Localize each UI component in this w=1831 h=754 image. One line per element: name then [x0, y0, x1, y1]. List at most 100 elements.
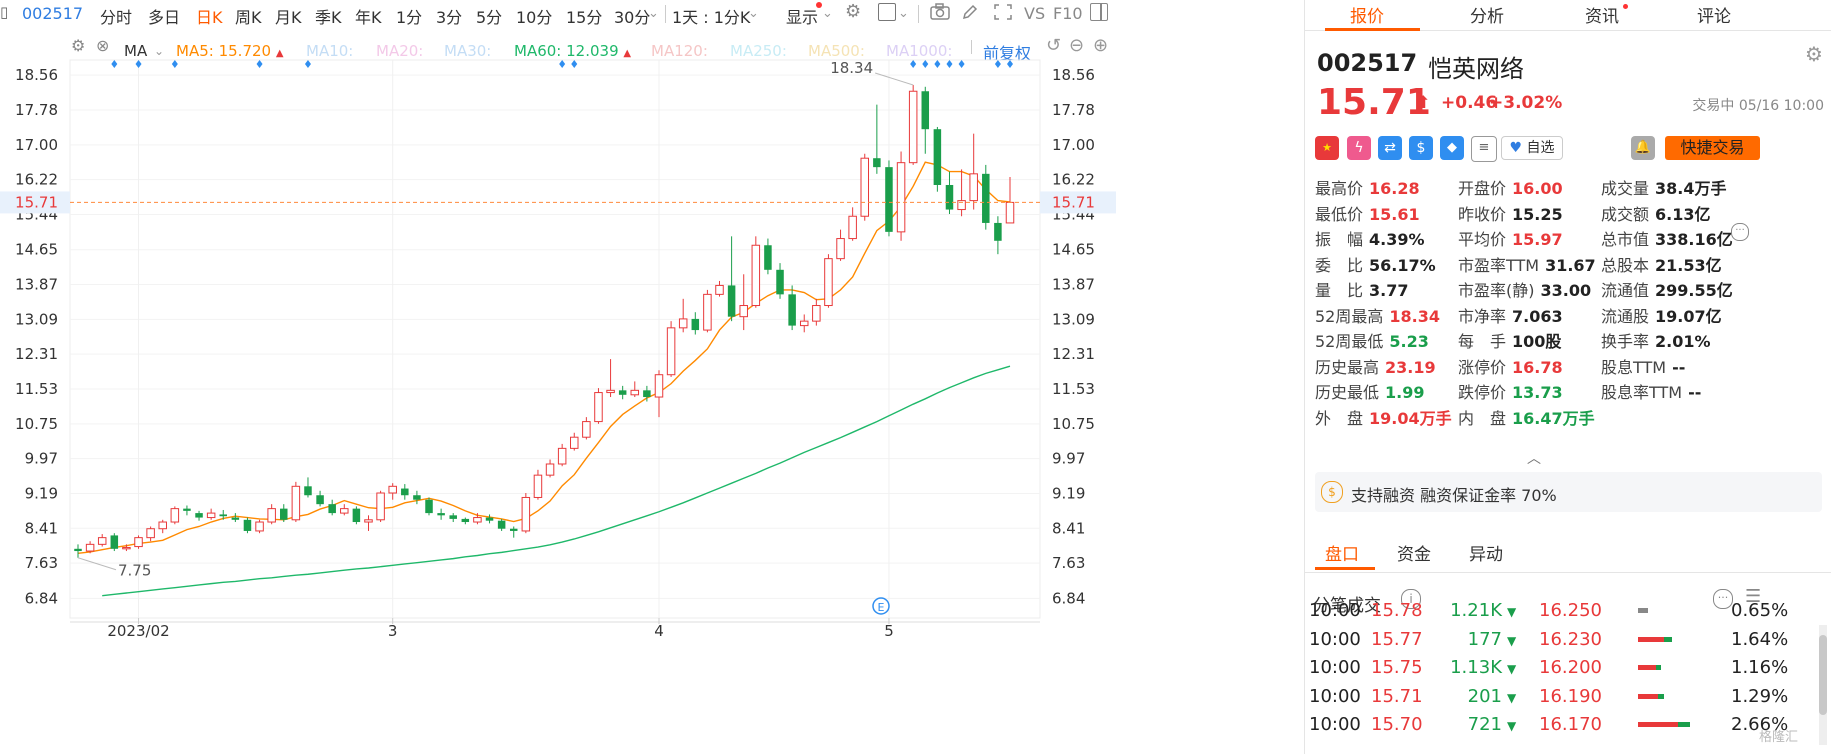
- tab-comments[interactable]: 评论: [1697, 2, 1731, 27]
- candle-body[interactable]: [485, 517, 494, 521]
- candle-body[interactable]: [776, 269, 784, 295]
- candle-body[interactable]: [812, 305, 821, 322]
- candle-body[interactable]: [630, 389, 640, 396]
- candle-body[interactable]: [255, 521, 264, 532]
- candle-body[interactable]: [873, 158, 881, 168]
- event-marker-icon[interactable]: [910, 60, 917, 68]
- event-marker-icon[interactable]: [559, 60, 566, 68]
- candle-body[interactable]: [824, 258, 833, 307]
- candle-body[interactable]: [921, 91, 930, 130]
- candle-body[interactable]: [461, 518, 470, 523]
- event-marker-icon[interactable]: [256, 60, 263, 68]
- gear-icon[interactable]: ⚙: [1805, 42, 1823, 66]
- candle-body[interactable]: [533, 474, 543, 498]
- candle-body[interactable]: [219, 514, 227, 517]
- watchlist-button[interactable]: ♥ 自选: [1501, 136, 1563, 160]
- lightning-icon[interactable]: ϟ: [1347, 136, 1371, 160]
- candle-body[interactable]: [243, 519, 252, 531]
- flag-icon[interactable]: ★: [1315, 136, 1339, 160]
- event-marker-icon[interactable]: [171, 60, 178, 68]
- candle-body[interactable]: [473, 517, 482, 523]
- candle-body[interactable]: [848, 215, 857, 240]
- shuffle-icon[interactable]: ⇄: [1378, 136, 1402, 160]
- candle-body[interactable]: [110, 535, 119, 549]
- candle-body[interactable]: [666, 327, 676, 376]
- candle-body[interactable]: [206, 512, 216, 519]
- candle-body[interactable]: [739, 305, 748, 318]
- candle-body[interactable]: [352, 508, 361, 523]
- candle-body[interactable]: [85, 543, 95, 552]
- candle-body[interactable]: [969, 173, 978, 202]
- tab-funds[interactable]: 资金: [1397, 540, 1431, 565]
- candle-body[interactable]: [304, 486, 312, 496]
- tab-news[interactable]: 资讯: [1585, 2, 1619, 27]
- candle-body[interactable]: [316, 495, 324, 505]
- dollar-icon[interactable]: $: [1409, 136, 1433, 160]
- candle-body[interactable]: [933, 129, 942, 185]
- candle-body[interactable]: [231, 517, 240, 520]
- candle-body[interactable]: [582, 421, 591, 438]
- tab-quote[interactable]: 报价: [1350, 2, 1384, 27]
- candle-body[interactable]: [183, 508, 191, 511]
- candle-body[interactable]: [74, 548, 82, 552]
- candle-body[interactable]: [364, 519, 373, 523]
- candle-body[interactable]: [799, 320, 809, 327]
- candle-body[interactable]: [340, 508, 349, 514]
- quick-trade-button[interactable]: 快捷交易: [1665, 136, 1760, 160]
- candle-body[interactable]: [97, 537, 107, 545]
- event-marker-icon[interactable]: [111, 60, 118, 68]
- candle-body[interactable]: [280, 508, 288, 520]
- event-marker-icon[interactable]: [922, 60, 929, 68]
- candle-body[interactable]: [134, 537, 143, 548]
- candle-body[interactable]: [413, 495, 421, 500]
- candle-body[interactable]: [425, 499, 433, 514]
- candle-body[interactable]: [654, 374, 664, 398]
- event-marker-icon[interactable]: [934, 60, 941, 68]
- event-marker-icon[interactable]: [304, 60, 311, 68]
- candle-body[interactable]: [703, 293, 712, 331]
- candle-body[interactable]: [328, 504, 336, 514]
- candle-body[interactable]: [388, 485, 397, 494]
- candle-body[interactable]: [1005, 201, 1015, 224]
- candle-body[interactable]: [557, 447, 567, 465]
- candle-body[interactable]: [195, 513, 203, 518]
- event-marker-icon[interactable]: [1007, 60, 1013, 68]
- event-marker-icon[interactable]: [135, 60, 142, 68]
- candle-body[interactable]: [691, 318, 700, 331]
- candle-body[interactable]: [146, 528, 155, 539]
- note-icon[interactable]: ≡: [1471, 136, 1497, 162]
- more-icon[interactable]: ···: [1731, 223, 1749, 241]
- candle-body[interactable]: [860, 157, 870, 217]
- candle-body[interactable]: [521, 496, 531, 532]
- candle-body[interactable]: [437, 513, 445, 516]
- tab-order-book[interactable]: 盘口: [1325, 540, 1359, 565]
- candle-body[interactable]: [715, 284, 724, 295]
- candle-body[interactable]: [945, 184, 954, 210]
- candle-body[interactable]: [509, 528, 518, 531]
- candle-body[interactable]: [570, 436, 579, 449]
- candle-body[interactable]: [764, 245, 772, 270]
- candle-body[interactable]: [291, 485, 301, 521]
- candle-body[interactable]: [678, 318, 688, 329]
- candle-body[interactable]: [401, 488, 409, 496]
- candle-body[interactable]: [896, 162, 906, 233]
- candle-body[interactable]: [497, 520, 506, 529]
- scrollbar[interactable]: [1819, 625, 1827, 745]
- event-marker-icon[interactable]: [958, 60, 965, 68]
- event-marker-icon[interactable]: [571, 60, 578, 68]
- candle-body[interactable]: [836, 238, 845, 260]
- candlestick-chart[interactable]: 18.56 18.56 17.78 17.78 17.00 17.00 16.22 16.22…: [0, 0, 1302, 754]
- chevron-up-icon[interactable]: ︿: [1527, 448, 1541, 468]
- candle-body[interactable]: [908, 90, 918, 164]
- candle-body[interactable]: [994, 222, 1002, 241]
- tag-icon[interactable]: ◆: [1440, 136, 1464, 160]
- candle-body[interactable]: [594, 392, 603, 423]
- candle-body[interactable]: [618, 390, 627, 395]
- bell-icon[interactable]: 🔔: [1631, 136, 1655, 160]
- candle-body[interactable]: [545, 463, 555, 476]
- candle-body[interactable]: [376, 492, 385, 521]
- tab-analysis[interactable]: 分析: [1470, 2, 1504, 27]
- candle-body[interactable]: [751, 244, 761, 307]
- candle-body[interactable]: [643, 390, 651, 398]
- candle-body[interactable]: [170, 508, 180, 523]
